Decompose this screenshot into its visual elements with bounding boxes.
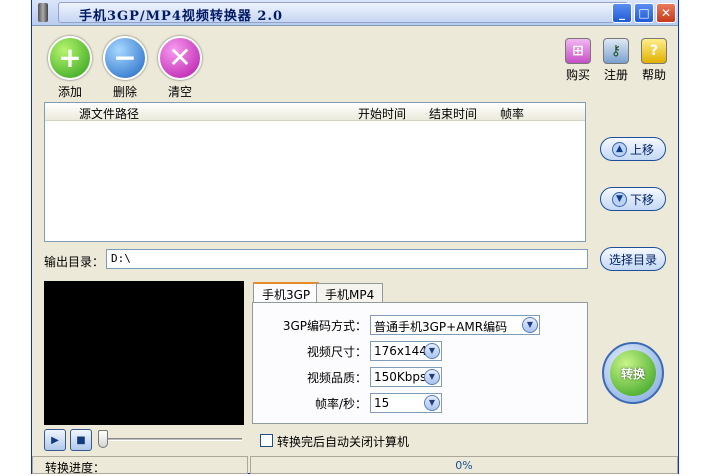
buy-button[interactable]: ⊞ 购买 — [560, 38, 596, 83]
file-list-header: 源文件路径 开始时间 结束时间 帧率 — [45, 103, 585, 121]
help-label: 帮助 — [641, 68, 666, 82]
fps-row: 帧率/秒： 15 ▼ — [253, 393, 587, 413]
delete-button[interactable]: − 删除 — [97, 36, 153, 100]
maximize-button[interactable]: □ — [634, 3, 654, 23]
output-dir-field[interactable]: D:\ — [106, 249, 588, 269]
play-button[interactable]: ▶ — [44, 429, 66, 451]
fps-label: 帧率/秒： — [314, 397, 367, 411]
progress-label-panel: 转换进度： — [32, 456, 248, 475]
column-start-time[interactable]: 开始时间 — [358, 105, 406, 122]
codec-value: 普通手机3GP+AMR编码 — [374, 320, 508, 334]
shutdown-label: 转换完后自动关闭计算机 — [277, 435, 410, 449]
seek-track[interactable] — [102, 438, 242, 441]
register-label: 注册 — [603, 68, 628, 82]
size-value: 176x144 — [374, 344, 427, 358]
file-list[interactable]: 源文件路径 开始时间 结束时间 帧率 — [44, 102, 586, 242]
key-icon: ⚷ — [603, 38, 629, 64]
quality-value: 150Kbps — [374, 370, 427, 384]
play-icon: ▶ — [51, 434, 59, 446]
size-row: 视频尺寸： 176x144 ▼ — [253, 341, 587, 361]
codec-select[interactable]: 普通手机3GP+AMR编码 ▼ — [370, 315, 540, 335]
move-up-label: 上移 — [629, 142, 654, 157]
convert-button[interactable]: 转换 — [602, 342, 664, 404]
add-label: 添加 — [57, 85, 82, 99]
app-window: 手机3GP/MP4视频转换器 2.0 _ □ ✕ + 添加 − 删除 ✕ 清空 … — [31, 0, 679, 475]
progress-value: 0% — [455, 459, 473, 472]
codec-label: 3GP编码方式： — [282, 319, 367, 333]
column-end-time[interactable]: 结束时间 — [429, 105, 477, 122]
move-down-button[interactable]: ▼ 下移 — [600, 187, 666, 211]
tab-panel-3gp: 3GP编码方式： 普通手机3GP+AMR编码 ▼ 视频尺寸： 176x144 ▼… — [252, 302, 588, 424]
chevron-down-icon: ▼ — [424, 395, 440, 411]
chevron-down-icon: ▼ — [424, 343, 440, 359]
stop-icon: ■ — [76, 434, 86, 446]
choose-dir-label: 选择目录 — [608, 252, 657, 267]
tab-mp4[interactable]: 手机MP4 — [316, 283, 384, 303]
clear-button[interactable]: ✕ 清空 — [152, 36, 208, 100]
output-dir-label: 输出目录： — [44, 255, 105, 269]
minimize-button[interactable]: _ — [612, 3, 632, 23]
title-bar: 手机3GP/MP4视频转换器 2.0 _ □ ✕ — [32, 0, 678, 26]
title-box: 手机3GP/MP4视频转换器 2.0 — [58, 2, 628, 24]
quality-row: 视频品质： 150Kbps ▼ — [253, 367, 587, 387]
help-button[interactable]: ? 帮助 — [636, 38, 672, 83]
buy-label: 购买 — [565, 68, 590, 82]
double-down-icon: ▼ — [611, 191, 627, 207]
window-title: 手机3GP/MP4视频转换器 2.0 — [79, 9, 284, 24]
column-frame-rate[interactable]: 帧率 — [500, 105, 524, 122]
x-icon: ✕ — [158, 36, 202, 80]
convert-label: 转换 — [620, 366, 645, 381]
double-up-icon: ▲ — [611, 141, 627, 157]
video-preview — [44, 281, 244, 425]
progress-label: 转换进度： — [45, 461, 106, 475]
size-label: 视频尺寸： — [306, 345, 367, 359]
move-up-button[interactable]: ▲ 上移 — [600, 137, 666, 161]
question-icon: ? — [641, 38, 667, 64]
quality-label: 视频品质： — [306, 371, 367, 385]
fps-value: 15 — [374, 396, 390, 410]
quality-select[interactable]: 150Kbps ▼ — [370, 367, 442, 387]
play-arrow-icon: 转换 — [610, 350, 656, 396]
tab-3gp[interactable]: 手机3GP — [253, 282, 320, 304]
clear-label: 清空 — [167, 85, 192, 99]
fps-select[interactable]: 15 ▼ — [370, 393, 442, 413]
close-button[interactable]: ✕ — [656, 3, 676, 23]
plus-icon: + — [48, 36, 92, 80]
chevron-down-icon: ▼ — [522, 317, 538, 333]
seek-slider-thumb[interactable] — [98, 430, 108, 448]
size-select[interactable]: 176x144 ▼ — [370, 341, 442, 361]
register-button[interactable]: ⚷ 注册 — [598, 38, 634, 83]
move-down-label: 下移 — [629, 192, 654, 207]
progress-bar: 0% — [250, 456, 678, 474]
delete-label: 删除 — [112, 85, 137, 99]
shutdown-checkbox[interactable] — [260, 434, 273, 447]
column-source-path[interactable]: 源文件路径 — [79, 105, 139, 122]
codec-row: 3GP编码方式： 普通手机3GP+AMR编码 ▼ — [253, 315, 587, 335]
minus-icon: − — [103, 36, 147, 80]
chevron-down-icon: ▼ — [424, 369, 440, 385]
phone-icon — [38, 3, 48, 22]
stop-button[interactable]: ■ — [70, 429, 92, 451]
cart-icon: ⊞ — [565, 38, 591, 64]
add-button[interactable]: + 添加 — [42, 36, 98, 100]
choose-dir-button[interactable]: 选择目录 — [600, 247, 666, 271]
